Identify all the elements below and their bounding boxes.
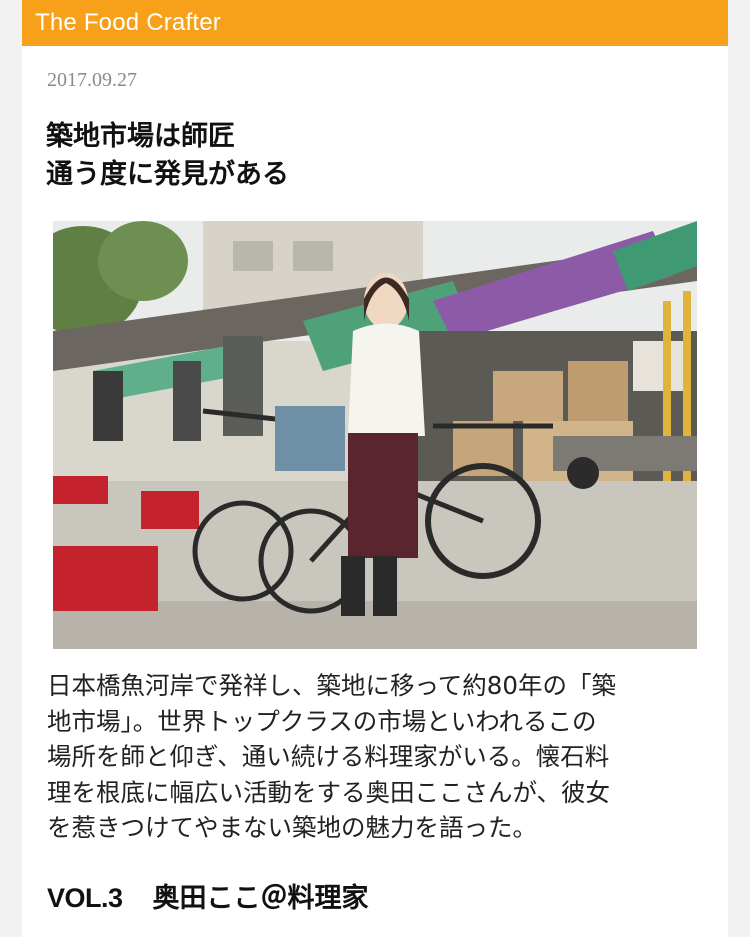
lead-line-2: 地市場」。世界トップクラスの市場といわれるこの — [47, 706, 597, 736]
article-card: The Food Crafter 2017.09.27 築地市場は師匠 通う度に… — [22, 0, 728, 937]
lead-line-5: を惹きつけてやまない築地の魅力を語った。 — [47, 813, 537, 842]
publish-date: 2017.09.27 — [47, 69, 137, 91]
site-logo-text[interactable]: The Food Crafter — [35, 8, 221, 38]
series-heading: VOL.3 奥田ここ＠料理家 — [47, 880, 369, 917]
series-author: 奥田ここ＠料理家 — [152, 883, 369, 914]
article-lead: 日本橋魚河岸で発祥し、築地に移って約80年の「築 地市場」。世界トップクラスの市… — [47, 668, 707, 846]
article-title: 築地市場は師匠 通う度に発見がある — [46, 118, 289, 194]
header-bar: The Food Crafter — [22, 0, 728, 46]
series-volume: VOL.3 — [47, 883, 123, 913]
hero-photo-illustration — [53, 221, 697, 649]
lead-line-4: 理を根底に幅広い活動をする奥田ここさんが、彼女 — [47, 777, 611, 807]
lead-line-3: 場所を師と仰ぎ、通い続ける料理家がいる。懐石料 — [47, 742, 610, 771]
lead-line-1: 日本橋魚河岸で発祥し、築地に移って約80年の「築 — [47, 671, 616, 700]
article-title-line-1: 築地市場は師匠 — [46, 121, 235, 152]
hero-photo — [53, 221, 697, 649]
article-title-line-2: 通う度に発見がある — [46, 159, 289, 190]
